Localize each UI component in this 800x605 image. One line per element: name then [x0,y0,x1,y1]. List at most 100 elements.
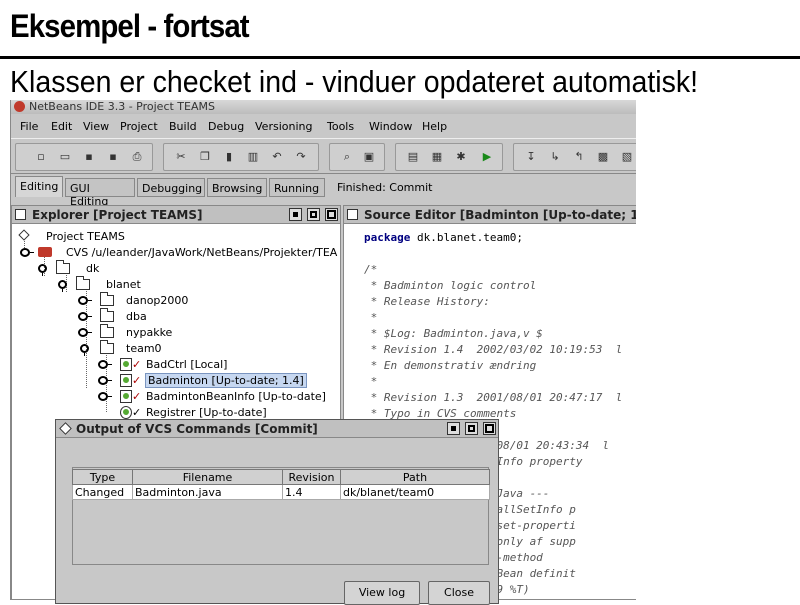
checkmark-icon: ✓ [132,390,142,403]
run-icon[interactable]: ▶ [480,151,494,163]
expander-icon[interactable] [38,264,47,276]
minimize-icon[interactable] [446,422,460,435]
expander-icon[interactable] [98,360,112,369]
expander-icon[interactable] [20,248,34,257]
java-class-icon [120,390,132,403]
menu-versioning[interactable]: Versioning [255,120,312,133]
breakpoint-icon[interactable]: ▩ [596,151,610,163]
cell-path: dk/blanet/team0 [340,484,490,500]
java-class-icon [120,374,132,387]
vcs-output-dialog: Output of VCS Commands [Commit] Type Fil… [55,419,499,605]
expander-icon[interactable] [78,312,92,321]
tab-debugging[interactable]: Debugging [137,178,205,197]
explorer-titlebar[interactable]: Explorer [Project TEAMS] [12,206,340,224]
workspace-tabs: Editing GUI Editing Debugging Browsing R… [11,176,636,208]
column-header-path[interactable]: Path [340,469,490,485]
editor-title: Source Editor [Badminton [Up-to-date; 1.… [364,208,636,222]
ide-titlebar[interactable]: NetBeans IDE 3.3 - Project TEAMS [11,100,636,114]
close-icon[interactable] [483,422,496,435]
checkmark-icon: ✓ [132,374,142,387]
edit-toolbar: ✂ ❐ ▮ ▥ ↶ ↷ [163,143,319,171]
expander-icon[interactable] [78,328,92,337]
cell-revision: 1.4 [282,484,341,500]
code-comment: * [364,375,378,388]
code-line: * Revision 1.4 2002/03/02 10:19:53 l [364,342,636,358]
expander-icon[interactable] [80,344,89,356]
tab-browsing[interactable]: Browsing [207,178,267,197]
expander-icon[interactable] [98,376,112,385]
menu-help[interactable]: Help [422,120,447,133]
menu-debug[interactable]: Debug [208,120,244,133]
column-header-revision[interactable]: Revision [282,469,341,485]
watch-icon[interactable]: ▧ [620,151,634,163]
maximize-icon[interactable] [464,422,478,435]
code-line: * Revision 1.3 2001/08/01 20:47:17 l [364,390,636,406]
execute-settings-icon[interactable]: ✱ [454,151,468,163]
step-into-icon[interactable]: ↧ [524,151,538,163]
menu-tools[interactable]: Tools [327,120,354,133]
close-icon[interactable] [325,208,338,221]
code-line: * [364,374,636,390]
delete-icon[interactable]: ▥ [246,151,260,163]
explorer-title: Explorer [Project TEAMS] [32,208,203,222]
undo-icon[interactable]: ↶ [270,151,284,163]
code-comment: * Release History: [364,295,490,308]
code-line: * [364,310,636,326]
new-icon[interactable]: ▫ [34,151,48,163]
open-icon[interactable]: ▭ [58,151,72,163]
copy-icon[interactable]: ❐ [198,151,212,163]
cut-icon[interactable]: ✂ [174,151,188,163]
folder-icon [56,260,70,274]
folder-icon [100,324,114,338]
find-replace-icon[interactable]: ▣ [362,151,376,163]
expander-icon[interactable] [78,296,92,305]
find-icon[interactable]: ⌕ [340,151,354,163]
dialog-title: Output of VCS Commands [Commit] [76,422,318,436]
editor-titlebar[interactable]: Source Editor [Badminton [Up-to-date; 1.… [344,206,636,224]
code-comment: * Revision 1.3 2001/08/01 20:47:17 l [364,391,623,404]
menu-file[interactable]: File [20,120,38,133]
menu-window[interactable]: Window [369,120,412,133]
paste-icon[interactable]: ▮ [222,151,236,163]
expander-icon[interactable] [98,392,112,401]
step-out-icon[interactable]: ↰ [572,151,586,163]
close-button[interactable]: Close [428,581,490,605]
file-toolbar: ▫ ▭ ▪ ▪ ⎙ [15,143,153,171]
menu-build[interactable]: Build [169,120,197,133]
maximize-icon[interactable] [306,208,320,221]
code-line [364,246,636,262]
minimize-icon[interactable] [288,208,302,221]
dialog-icon [59,422,72,435]
table-row[interactable]: Changed Badminton.java 1.4 dk/blanet/tea… [72,484,490,500]
code-comment: * [364,311,378,324]
cell-filename: Badminton.java [132,484,283,500]
menu-edit[interactable]: Edit [51,120,72,133]
code-comment: * En demonstrativ ændring [364,359,537,372]
code-text: dk.blanet.team0; [410,231,523,244]
view-log-button[interactable]: View log [344,581,420,605]
save-icon[interactable]: ▪ [82,151,96,163]
code-line: * En demonstrativ ændring [364,358,636,374]
dialog-titlebar[interactable]: Output of VCS Commands [Commit] [56,420,498,438]
folder-icon [100,308,114,322]
column-header-type[interactable]: Type [72,469,133,485]
tab-editing[interactable]: Editing [15,176,63,197]
tab-running[interactable]: Running [269,178,325,197]
code-comment: * $Log: Badminton.java,v $ [364,327,543,340]
step-over-icon[interactable]: ↳ [548,151,562,163]
column-header-filename[interactable]: Filename [132,469,283,485]
code-comment: * Badminton logic control [364,279,537,292]
save-all-icon[interactable]: ▪ [106,151,120,163]
menu-project[interactable]: Project [120,120,158,133]
tab-gui-editing[interactable]: GUI Editing [65,178,135,208]
build-icon[interactable]: ▦ [430,151,444,163]
project-icon [18,229,30,241]
menu-view[interactable]: View [83,120,109,133]
compile-icon[interactable]: ▤ [406,151,420,163]
folder-icon [100,340,114,354]
print-icon[interactable]: ⎙ [130,151,144,163]
netbeans-icon [14,101,25,112]
redo-icon[interactable]: ↷ [294,151,308,163]
expander-icon[interactable] [58,280,67,292]
